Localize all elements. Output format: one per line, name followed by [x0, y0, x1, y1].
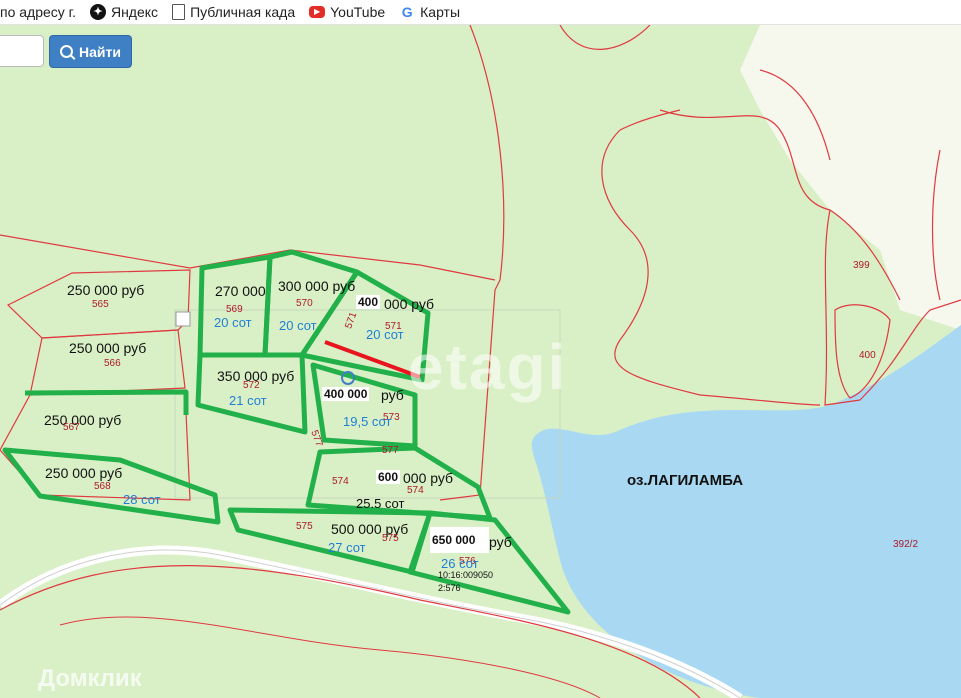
plot-569-area: 20 сот	[214, 315, 252, 330]
bookmark-youtube[interactable]: ▶ YouTube	[309, 4, 385, 20]
bookmark-youtube-label: YouTube	[330, 4, 386, 20]
plot-573-area: 19,5 сот	[343, 414, 392, 429]
plot-567-number: 567	[63, 422, 80, 433]
google-icon: G	[401, 4, 413, 20]
yandex-icon: ✦	[89, 4, 106, 20]
plot-574-area: 25.5 сот	[356, 496, 405, 511]
plot-571-area: 20 сот	[366, 327, 404, 342]
plot-565-number: 565	[92, 299, 109, 310]
plot-575-number: 575	[296, 521, 313, 532]
plot-570-area: 20 сот	[279, 318, 317, 333]
lake-name: оз.ЛАГИЛАМБА	[627, 472, 744, 489]
bookmark-address[interactable]: по адресу г.	[0, 4, 76, 20]
cadastral-number-line-2: 2:576	[438, 583, 461, 593]
plot-569-number: 569	[226, 304, 243, 315]
plot-574-left-number: 574	[332, 476, 349, 487]
plot-565-price: 250 000 руб	[67, 282, 145, 298]
etagi-watermark: etagi	[408, 331, 568, 403]
plot-576-price: руб	[489, 534, 512, 550]
plot-572-area: 21 сот	[229, 393, 267, 408]
search-button[interactable]: Найти	[49, 35, 132, 68]
bookmarks-bar: по адресу г. ✦ Яндекс Публичная када ▶ Y…	[0, 0, 961, 25]
plot-569-price: 270 000	[215, 283, 266, 299]
plot-571-price: 000 руб	[384, 296, 435, 312]
broken-image-icon	[175, 311, 191, 327]
plot-576-area: 26 сот	[441, 556, 479, 571]
plot-577-number: 577	[382, 445, 399, 456]
bookmark-yandex[interactable]: ✦ Яндекс	[89, 4, 159, 20]
bookmark-maps[interactable]: G Карты	[399, 4, 460, 20]
plot-392-number: 392/2	[893, 539, 919, 550]
cadastral-number-line-1: 10:16:009050	[438, 570, 494, 580]
plot-572-number: 572	[243, 380, 260, 391]
search-input[interactable]	[0, 35, 44, 67]
bookmark-public-cadastral[interactable]: Публичная када	[172, 4, 295, 20]
document-icon	[172, 4, 186, 20]
search-icon	[60, 45, 74, 58]
plot-576-price-highlight: 650 000	[430, 527, 490, 553]
bookmark-address-label: по адресу г.	[0, 4, 76, 20]
plot-568-price: 250 000 руб	[45, 465, 123, 481]
map-canvas[interactable]: etagi Домклик 250 000 руб 565 250 000 ру…	[0, 25, 961, 698]
plot-400-number: 400	[859, 350, 876, 361]
bookmark-public-cadastral-label: Публичная када	[190, 4, 296, 20]
plot-575-area: 27 сот	[328, 540, 366, 555]
plot-574-number: 574	[407, 485, 424, 496]
plot-574-price: 000 руб	[403, 470, 454, 486]
plot-574-price-highlight: 600	[376, 470, 401, 484]
plot-399-number: 399	[853, 260, 870, 271]
plot-566-number: 566	[104, 358, 121, 369]
bookmark-maps-label: Карты	[420, 4, 461, 20]
plot-568-number: 568	[94, 481, 111, 492]
youtube-icon: ▶	[309, 6, 326, 18]
domclick-logo: Домклик	[38, 665, 142, 692]
plot-570-price: 300 000 руб	[278, 278, 356, 294]
search-button-label: Найти	[79, 43, 121, 60]
plot-570-number: 570	[296, 298, 313, 309]
plot-567-price: 250 000 руб	[44, 412, 122, 428]
plot-573-price: руб	[381, 387, 404, 403]
plot-568-area: 28 сот	[123, 492, 161, 507]
plot-566-price: 250 000 руб	[69, 340, 147, 356]
plot-575-number-2: 575	[382, 533, 399, 544]
plot-571-price-highlight: 400	[356, 295, 381, 309]
plot-573-price-highlight: 400 000	[322, 387, 370, 401]
bookmark-yandex-label: Яндекс	[110, 4, 159, 20]
